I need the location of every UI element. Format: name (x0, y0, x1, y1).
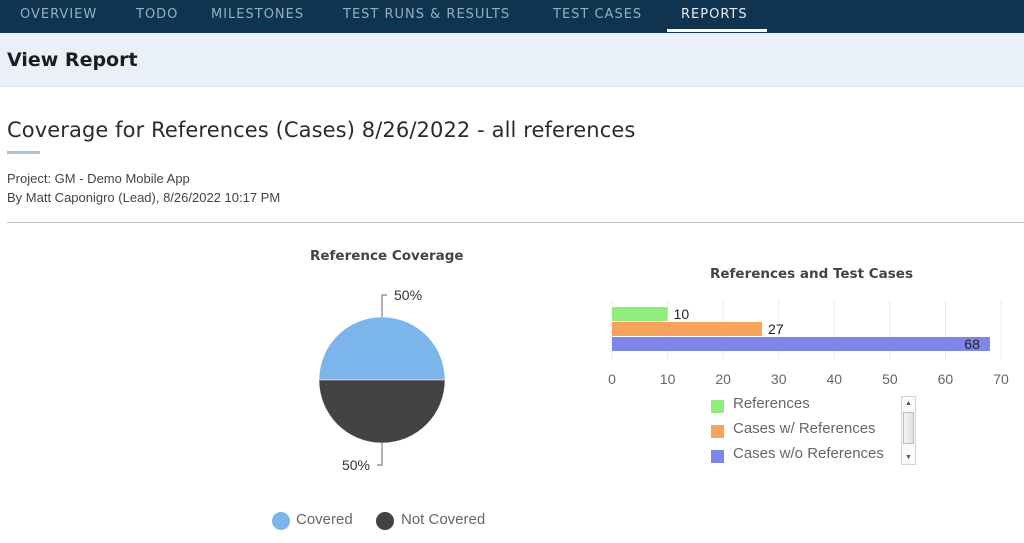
pie-slice-covered[interactable] (318, 316, 446, 381)
legend-label-covered: Covered (296, 511, 353, 528)
bar-chart-title: References and Test Cases (710, 266, 913, 282)
pie-slice-not-covered[interactable] (318, 379, 446, 444)
x-tick-label: 20 (715, 371, 731, 387)
report-project: Project: GM - Demo Mobile App (7, 171, 190, 186)
x-tick-label: 60 (938, 371, 954, 387)
bar-legend: References Cases w/ References Cases w/o… (710, 395, 920, 467)
legend-swatch-cases-without-references (711, 450, 724, 463)
pie-chart: 50% 50% (318, 287, 446, 473)
scroll-up-icon[interactable]: ▲ (902, 397, 915, 410)
pie-label-not-covered: 50% (342, 457, 370, 473)
tab-overview[interactable]: OVERVIEW (20, 0, 97, 33)
legend-swatch-references (711, 400, 724, 413)
bar-references[interactable] (612, 307, 668, 321)
x-tick-label: 30 (771, 371, 787, 387)
title-accent (7, 151, 40, 154)
bar-references-label: 10 (674, 306, 690, 322)
legend-label-not-covered: Not Covered (401, 511, 486, 528)
x-tick-label: 0 (608, 371, 616, 387)
pie-connector-covered (381, 294, 387, 317)
tab-todo[interactable]: TODO (136, 0, 178, 33)
legend-swatch-cases-with-references (711, 425, 724, 438)
x-tick-label: 50 (882, 371, 898, 387)
bar-cases-with-references-label: 27 (768, 321, 784, 337)
pie-connector-not-covered (377, 443, 383, 466)
legend-scrollbar[interactable]: ▲ ▼ (901, 396, 916, 465)
divider (7, 222, 1024, 223)
subheader: View Report (0, 33, 1024, 87)
report-author: By Matt Caponigro (Lead), 8/26/2022 10:1… (7, 190, 281, 205)
bar-cases-with-references[interactable] (612, 322, 763, 336)
pie-label-covered: 50% (394, 287, 422, 303)
tab-test-cases[interactable]: TEST CASES (553, 0, 642, 33)
x-tick-label: 40 (826, 371, 842, 387)
pie-chart-title: Reference Coverage (310, 248, 464, 264)
legend-swatch-covered (272, 512, 290, 530)
legend-label-cases-without-references: Cases w/o References (733, 445, 884, 462)
legend-label-references: References (733, 395, 810, 412)
active-tab-indicator (667, 29, 767, 32)
page-title: View Report (7, 49, 138, 71)
x-tick-label: 10 (660, 371, 676, 387)
scroll-down-icon[interactable]: ▼ (902, 451, 915, 464)
top-navigation: OVERVIEW TODO MILESTONES TEST RUNS & RES… (0, 0, 1024, 33)
report-title: Coverage for References (Cases) 8/26/202… (7, 118, 636, 142)
scrollbar-thumb[interactable] (903, 412, 914, 444)
x-tick-label: 70 (993, 371, 1009, 387)
bar-cases-without-references[interactable] (612, 337, 990, 351)
legend-swatch-not-covered (376, 512, 394, 530)
legend-label-cases-with-references: Cases w/ References (733, 420, 876, 437)
bar-chart: 0 10 20 30 40 50 60 70 10 27 68 (608, 300, 1009, 387)
bar-cases-without-references-label: 68 (964, 336, 980, 352)
tab-test-runs-results[interactable]: TEST RUNS & RESULTS (343, 0, 510, 33)
tab-milestones[interactable]: MILESTONES (211, 0, 304, 33)
